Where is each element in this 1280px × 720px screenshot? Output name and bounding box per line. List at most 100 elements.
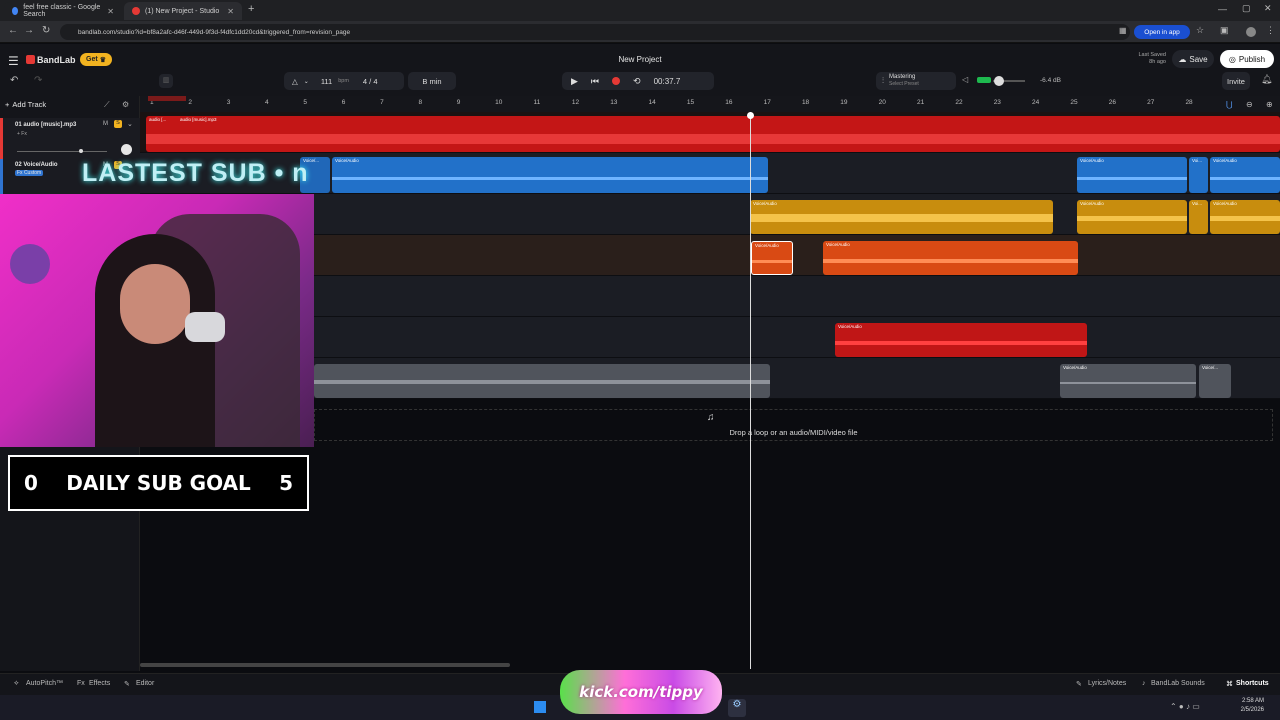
track-header-1[interactable]: 01 audio [music].mp3 + Fx M S ⌄ (0, 118, 140, 159)
menu-kebab-icon[interactable]: ⋮ (1266, 25, 1275, 36)
clip-voice[interactable]: Voi... (1189, 200, 1208, 234)
forward-icon[interactable]: → (24, 25, 34, 36)
mastering-control[interactable]: ⫶ Mastering Select Preset (876, 72, 956, 90)
redo-icon[interactable]: ↷ (34, 75, 42, 86)
maximize-icon[interactable]: ▢ (1242, 3, 1251, 14)
get-membership-button[interactable]: Get ♛ (80, 53, 112, 66)
clip-voice[interactable]: Voice/Audio (1077, 200, 1187, 234)
clip-voice[interactable]: Voi... (1189, 157, 1208, 193)
ruler-bar-number: 25 (1070, 99, 1078, 106)
clip-voice[interactable] (314, 364, 770, 398)
clip-voice[interactable]: Voice/Audio (1210, 200, 1280, 234)
wand-icon[interactable]: ⟋ (104, 100, 110, 110)
track-volume-slider[interactable] (17, 151, 107, 152)
back-icon[interactable]: ← (8, 25, 18, 36)
playhead[interactable] (750, 112, 751, 669)
tray-icons[interactable]: ⌃ ● ♪ ▭ (1170, 702, 1200, 711)
clock-time[interactable]: 2:58 AM (1232, 698, 1264, 704)
playhead-handle[interactable] (747, 112, 754, 119)
windows-start-icon[interactable] (534, 701, 546, 713)
fx-button[interactable]: + Fx (17, 131, 27, 137)
clock-date[interactable]: 2/5/2026 (1228, 707, 1264, 713)
magnet-icon[interactable]: ⋃ (1226, 100, 1233, 109)
daily-sub-goal-widget: 0 DAILY SUB GOAL 5 (8, 455, 309, 511)
clip-label: Voice/Audio (1080, 158, 1104, 163)
volume-slider-knob[interactable] (994, 76, 1004, 86)
clip-voice[interactable]: Voice/Audio (835, 323, 1087, 357)
ruler-bar-number: 26 (1108, 99, 1116, 106)
ruler-bar-number: 21 (917, 99, 925, 106)
effects-button[interactable]: Effects (89, 680, 110, 687)
play-icon[interactable]: ▶ (571, 76, 578, 87)
clip-voice[interactable]: Voice/... (1199, 364, 1231, 398)
tab-bandlab-studio[interactable]: (1) New Project - Studio ✕ (124, 2, 242, 20)
loop-region[interactable] (148, 96, 186, 101)
steam-icon[interactable]: ⚙︎ (728, 699, 746, 717)
record-icon[interactable] (612, 77, 621, 85)
speaker-icon[interactable]: ◁ (962, 75, 968, 84)
clip-voice[interactable]: Voice/Audio (1060, 364, 1196, 398)
lane-1[interactable]: audio [... audio [music].mp3 (140, 112, 1280, 153)
fx-custom-button[interactable]: Fx Custom (15, 170, 44, 176)
minimize-icon[interactable]: — (1218, 4, 1227, 14)
tempo-control[interactable]: △ ⌄ 111 bpm 4 / 4 (284, 72, 404, 90)
horizontal-scrollbar[interactable] (140, 663, 510, 667)
invite-button[interactable]: Invite (1222, 72, 1250, 90)
lyrics-notes-button[interactable]: Lyrics/Notes (1088, 680, 1126, 687)
close-window-icon[interactable]: ✕ (1264, 3, 1272, 14)
kick-url: kick.com/tippy (579, 683, 703, 701)
new-tab-button[interactable]: + (248, 3, 254, 15)
ruler-bar-number: 13 (610, 99, 618, 106)
autopitch-button[interactable]: AutoPitch™ (26, 680, 63, 687)
key-selector[interactable]: B min (408, 72, 456, 90)
settings-icon[interactable]: ⚙︎ (122, 100, 129, 109)
tab-google-search[interactable]: feel free classic - Google Search ✕ (4, 2, 122, 20)
sidebar-icon[interactable]: ▣ (1220, 25, 1229, 36)
hamburger-menu-icon[interactable]: ☰ (8, 54, 19, 68)
bookmark-star-icon[interactable]: ☆ (1196, 25, 1204, 36)
pan-knob[interactable] (121, 144, 132, 155)
clip-voice[interactable]: Voice/Audio (823, 241, 1078, 275)
clip-voice[interactable]: Voice/Audio (332, 157, 768, 193)
close-tab-icon[interactable]: ✕ (107, 7, 114, 16)
waveform (752, 260, 792, 263)
ruler-bar-number: 23 (993, 99, 1001, 106)
timeline-ruler[interactable]: 1 2 3 4 5 6 7 8 9 10 11 12 13 14 15 16 17 18 19 20 21 22 23 24 2… (140, 96, 1280, 112)
clip-voice[interactable]: Voice/Audio (1077, 157, 1187, 193)
solo-button[interactable]: S (114, 120, 122, 128)
sliders-icon: ⫶ (882, 76, 884, 85)
bandlab-sounds-button[interactable]: BandLab Sounds (1151, 680, 1205, 687)
open-in-app-button[interactable]: Open in app (1134, 25, 1190, 39)
mute-button[interactable]: M (103, 121, 108, 127)
ruler-bar-number: 27 (1147, 99, 1155, 106)
chevron-down-icon[interactable]: ⌄ (127, 120, 133, 128)
profile-avatar[interactable] (1246, 27, 1256, 37)
grid-toggle-icon[interactable]: ▥ (159, 74, 173, 88)
editor-button[interactable]: Editor (136, 680, 154, 687)
lane-2[interactable]: Voice/... Voice/Audio Voice/Audio Voi...… (140, 153, 1280, 194)
save-button[interactable]: ☁ Save (1172, 50, 1214, 68)
waveform (1060, 382, 1196, 384)
bell-icon[interactable]: 🔔︎ (1261, 74, 1272, 85)
url-field[interactable]: bandlab.com/studio?id=bf8a2afc-d46f-449d… (60, 24, 1130, 40)
zoom-out-icon[interactable]: ⊖ (1246, 100, 1253, 109)
zoom-in-icon[interactable]: ⊕ (1266, 100, 1273, 109)
extension-icon[interactable]: ▦ (1119, 26, 1127, 35)
time-signature[interactable]: 4 / 4 (363, 77, 378, 86)
loop-icon[interactable]: ⟲ (633, 76, 641, 87)
add-track-button[interactable]: + Add Track (5, 100, 46, 109)
clip-voice[interactable]: Voice/Audio (1210, 157, 1280, 193)
skip-to-start-icon[interactable]: ⏮ (591, 76, 599, 87)
ruler-bar-number: 9 (456, 99, 461, 106)
ruler-bar-number: 24 (1032, 99, 1040, 106)
clip-music[interactable]: audio [... audio [music].mp3 (146, 116, 1280, 152)
shortcuts-button[interactable]: Shortcuts (1236, 680, 1269, 687)
reload-icon[interactable]: ↻ (42, 25, 50, 36)
publish-button[interactable]: ◎ Publish (1220, 50, 1274, 68)
close-tab-icon[interactable]: ✕ (227, 7, 234, 16)
undo-icon[interactable]: ↶ (10, 75, 18, 86)
track-volume-knob[interactable] (79, 149, 83, 153)
clip-voice-selected[interactable]: Voice/Audio (751, 241, 793, 275)
drop-zone[interactable]: ♫ Drop a loop or an audio/MIDI/video fil… (314, 409, 1273, 441)
clip-voice[interactable]: Voice/Audio (750, 200, 1053, 234)
